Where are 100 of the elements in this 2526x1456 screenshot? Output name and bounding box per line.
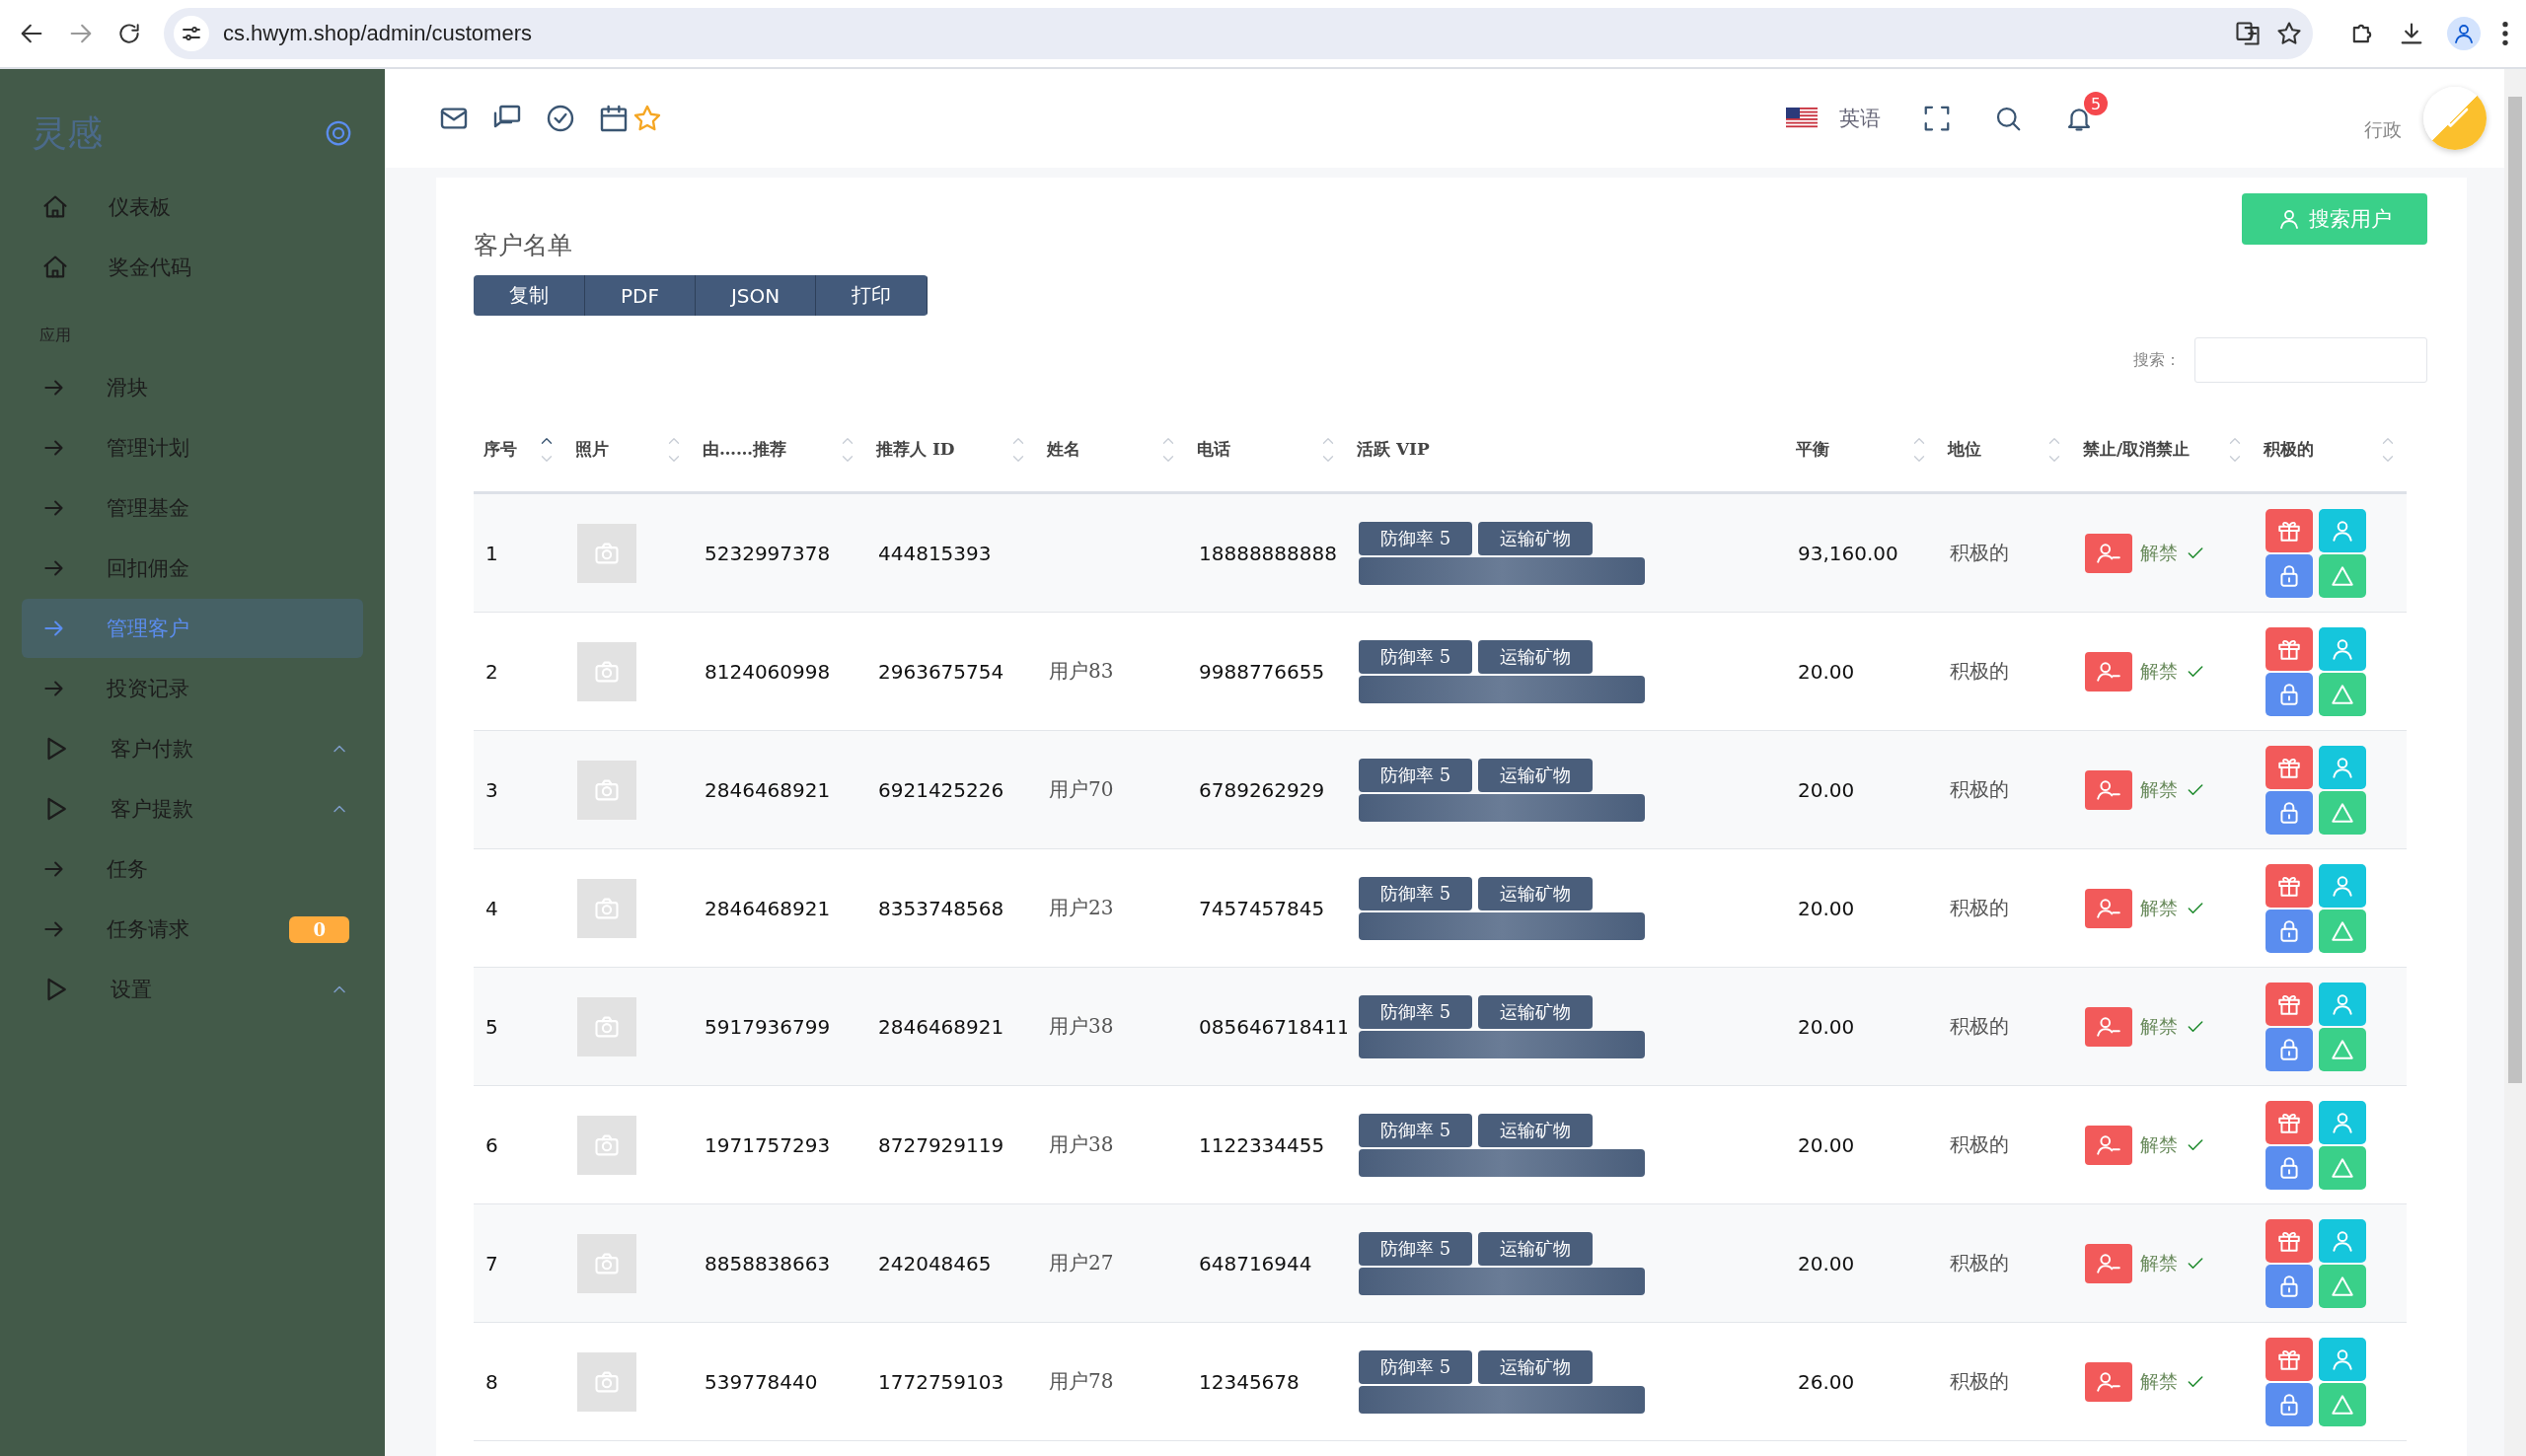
address-bar[interactable]: cs.hwym.shop/admin/customers <box>164 8 2313 59</box>
lock-button[interactable] <box>2266 553 2313 598</box>
vip-tag: 运输矿物 <box>1478 876 1594 910</box>
table-cell: 积极的 <box>1938 968 2073 1086</box>
gift-button[interactable] <box>2266 863 2313 908</box>
unban-label: 解禁 <box>2140 1368 2178 1394</box>
lock-button[interactable] <box>2266 790 2313 835</box>
user-button[interactable] <box>2319 1100 2366 1144</box>
url-text: cs.hwym.shop/admin/customers <box>223 21 532 46</box>
export-button[interactable]: 打印 <box>816 275 929 316</box>
lock-button[interactable] <box>2266 1264 2313 1308</box>
column-header[interactable]: 推荐人 ID <box>876 438 955 462</box>
search-label: 搜索： <box>2133 349 2181 371</box>
table-cell: 积极的 <box>1938 494 2073 613</box>
table-cell: 6921425226 <box>866 731 1037 849</box>
column-header[interactable]: 地位 <box>1948 438 1981 462</box>
triangle-button[interactable] <box>2319 1264 2366 1308</box>
unban-label: 解禁 <box>2140 1250 2178 1275</box>
gift-button[interactable] <box>2266 982 2313 1026</box>
calendar-icon <box>598 103 630 134</box>
column-header[interactable]: 姓名 <box>1047 438 1080 462</box>
gift-button[interactable] <box>2266 1337 2313 1381</box>
triangle-button[interactable] <box>2319 1382 2366 1426</box>
user-button[interactable] <box>2319 863 2366 908</box>
vip-tag: 防御率 5 <box>1359 994 1473 1029</box>
unban-label: 解禁 <box>2140 658 2178 684</box>
lock-button[interactable] <box>2266 1382 2313 1426</box>
table-cell: 用户27 <box>1037 1204 1187 1323</box>
ban-button[interactable] <box>2085 888 2132 928</box>
column-header[interactable]: 禁止/取消禁止 <box>2083 438 2191 462</box>
language-label[interactable]: 英语 <box>1839 105 1881 132</box>
column-header[interactable]: 照片 <box>575 438 609 462</box>
table-cell: 用户70 <box>1037 731 1187 849</box>
column-header[interactable]: 活跃 VIP <box>1357 438 1430 462</box>
export-button[interactable]: PDF <box>585 275 696 316</box>
ban-button[interactable] <box>2085 1125 2132 1165</box>
lock-button[interactable] <box>2266 672 2313 716</box>
vip-tag: 防御率 5 <box>1359 1349 1473 1384</box>
triangle-button[interactable] <box>2319 1027 2366 1071</box>
user-button[interactable] <box>2319 745 2366 789</box>
vip-tag: 防御率 5 <box>1359 1231 1473 1266</box>
user-icon <box>2277 207 2301 231</box>
user-button[interactable] <box>2319 1218 2366 1263</box>
vip-tag: 运输矿物 <box>1478 1349 1594 1384</box>
gift-button[interactable] <box>2266 508 2313 552</box>
export-button[interactable]: JSON <box>695 275 817 316</box>
column-header[interactable]: 平衡 <box>1796 438 1829 462</box>
column-header[interactable]: 序号 <box>483 438 517 462</box>
triangle-button[interactable] <box>2319 553 2366 598</box>
vip-tag: 防御率 5 <box>1359 521 1473 555</box>
ban-button[interactable] <box>2085 769 2132 810</box>
lock-button[interactable] <box>2266 1145 2313 1190</box>
user-button[interactable] <box>2319 626 2366 671</box>
ban-button[interactable] <box>2085 1361 2132 1402</box>
logo-text: 灵感 <box>32 110 103 155</box>
table-cell: 1 <box>474 494 565 613</box>
column-header[interactable]: 由……推荐 <box>703 438 786 462</box>
ban-button[interactable] <box>2085 651 2132 692</box>
triangle-button[interactable] <box>2319 909 2366 953</box>
triangle-button[interactable] <box>2319 1145 2366 1190</box>
lock-button[interactable] <box>2266 909 2313 953</box>
search-field[interactable] <box>2194 337 2427 383</box>
count-badge: 0 <box>289 915 349 943</box>
vip-tag: 防御率 5 <box>1359 758 1473 792</box>
unban-label: 解禁 <box>2140 1131 2178 1157</box>
table-cell: 18888888888 <box>1187 494 1347 613</box>
column-header[interactable]: 积极的 <box>2264 438 2314 462</box>
avatar[interactable] <box>2423 87 2487 150</box>
column-header[interactable]: 电话 <box>1197 438 1230 462</box>
gift-button[interactable] <box>2266 1100 2313 1144</box>
flag-icon <box>1786 108 1818 129</box>
table-cell: 93,160.00 <box>1786 494 1938 613</box>
gift-button[interactable] <box>2266 745 2313 789</box>
ban-button[interactable] <box>2085 1243 2132 1283</box>
unban-label: 解禁 <box>2140 776 2178 802</box>
check-circle-icon <box>545 103 576 134</box>
table-cell: 2846468921 <box>866 968 1037 1086</box>
table-cell: 648716944 <box>1187 1204 1347 1323</box>
unban-label: 解禁 <box>2140 540 2178 565</box>
gift-button[interactable] <box>2266 1218 2313 1263</box>
user-button[interactable] <box>2319 1337 2366 1381</box>
table-cell: 242048465 <box>866 1204 1037 1323</box>
table-cell: 20.00 <box>1786 731 1938 849</box>
fullscreen-icon <box>1922 104 1952 133</box>
triangle-button[interactable] <box>2319 790 2366 835</box>
triangle-button[interactable] <box>2319 672 2366 716</box>
ban-button[interactable] <box>2085 1006 2132 1047</box>
export-button[interactable]: 复制 <box>474 275 585 316</box>
unban-label: 解禁 <box>2140 895 2178 920</box>
user-button[interactable] <box>2319 982 2366 1026</box>
ban-button[interactable] <box>2085 533 2132 573</box>
notification-badge: 5 <box>2084 92 2108 115</box>
scrollbar-thumb[interactable] <box>2508 97 2522 1083</box>
unban-label: 解禁 <box>2140 1013 2178 1039</box>
menu-icon[interactable] <box>2502 22 2508 45</box>
gift-button[interactable] <box>2266 626 2313 671</box>
lock-button[interactable] <box>2266 1027 2313 1071</box>
user-button[interactable] <box>2319 508 2366 552</box>
vip-tag: 运输矿物 <box>1478 758 1594 792</box>
table-cell: 26.00 <box>1786 1323 1938 1441</box>
